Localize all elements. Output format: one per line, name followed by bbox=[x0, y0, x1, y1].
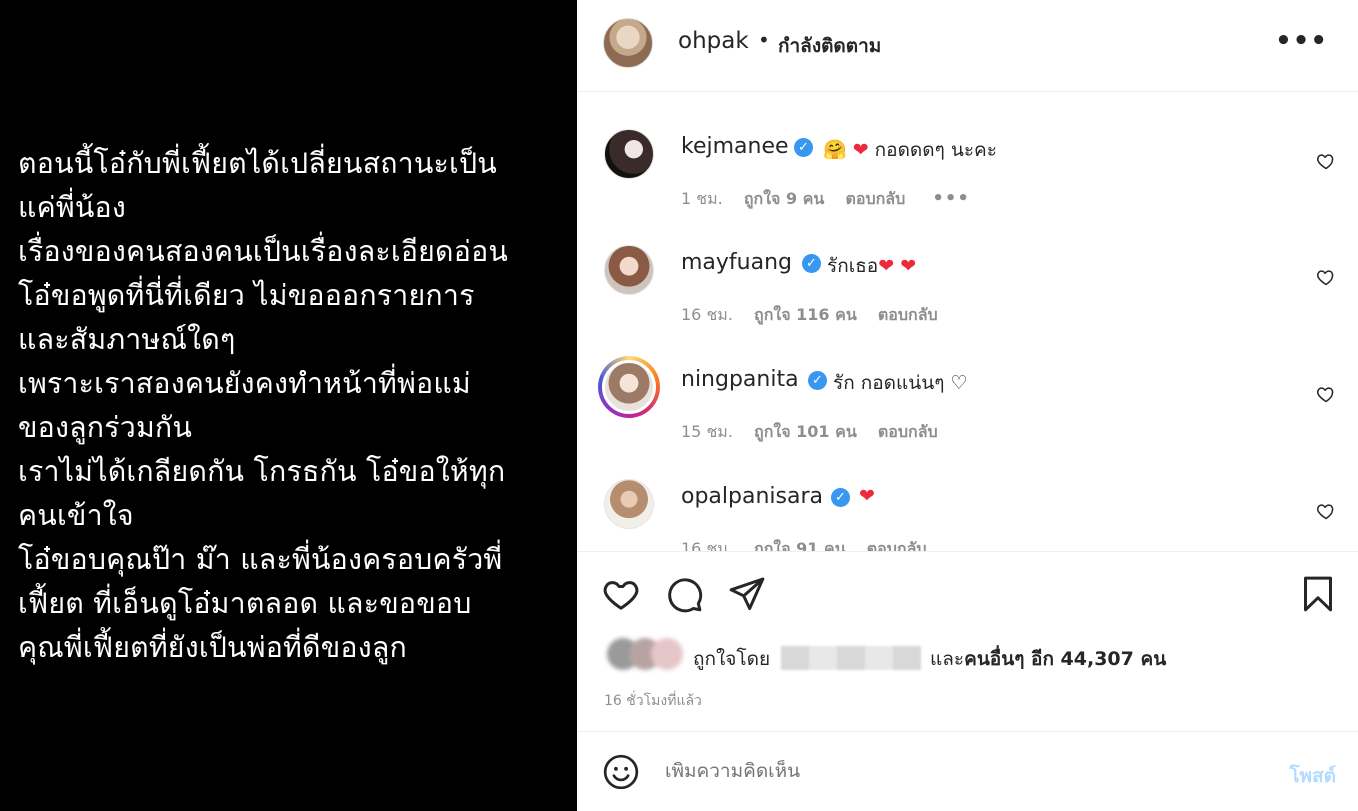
commenter-avatar[interactable] bbox=[604, 129, 654, 179]
liked-by-row: ถูกใจโดย และคนอื่นๆ อีก 44,307 คน bbox=[607, 636, 1327, 676]
comment-meta: 1 ชม. ถูกใจ 9 คน ตอบกลับ ••• bbox=[681, 187, 986, 212]
post-header: ohpak • กำลังติดตาม ••• bbox=[577, 0, 1358, 92]
comment-username[interactable]: opalpanisara bbox=[681, 484, 823, 509]
comment-likes[interactable]: ถูกใจ 101 คน bbox=[754, 422, 857, 441]
add-comment-bar: โพสต์ bbox=[577, 733, 1358, 811]
comment-time[interactable]: 15 ชม. bbox=[681, 422, 733, 441]
comment-likes[interactable]: ถูกใจ 9 คน bbox=[744, 189, 824, 208]
comment-time[interactable]: 1 ชม. bbox=[681, 189, 723, 208]
bookmark-icon[interactable] bbox=[1298, 574, 1338, 614]
comment-like-heart-icon[interactable] bbox=[1316, 267, 1336, 287]
liked-by-and: และ bbox=[930, 648, 965, 670]
commenter-avatar bbox=[602, 360, 656, 414]
comment-text: รัก กอดแน่นๆ ♡ bbox=[833, 372, 968, 394]
reply-button[interactable]: ตอบกลับ bbox=[878, 305, 938, 324]
comment-more-icon[interactable]: ••• bbox=[932, 188, 970, 209]
liker-username-redacted[interactable] bbox=[781, 646, 921, 670]
comments-list[interactable]: kejmanee ✓ 🤗 ❤ กอดดดๆ นะคะ 1 ชม. ถูกใจ 9… bbox=[577, 93, 1358, 551]
post-line: เพราะเราสองคนยังคงทำหน้าที่พ่อแม่ bbox=[18, 367, 471, 400]
send-icon[interactable] bbox=[727, 574, 767, 614]
comment-meta: 16 ชม. ถูกใจ 91 คน ตอบกลับ bbox=[681, 537, 943, 551]
post-actions: ถูกใจโดย และคนอื่นๆ อีก 44,307 คน 16 ชั่… bbox=[577, 551, 1358, 732]
post-side-panel: ohpak • กำลังติดตาม ••• kejmanee ✓ 🤗 ❤ ก… bbox=[577, 0, 1358, 811]
post-line: ตอนนี้โอ๋กับพี่เฟี้ยตได้เปลี่ยนสถานะเป็น bbox=[18, 147, 497, 180]
reply-button[interactable]: ตอบกลับ bbox=[878, 422, 938, 441]
post-line: ของลูกร่วมกัน bbox=[18, 411, 193, 444]
verified-badge-icon: ✓ bbox=[802, 254, 821, 273]
post-line: โอ๋ขอพูดที่นี่ที่เดียว ไม่ขอออกรายการ bbox=[18, 279, 475, 312]
comment-username[interactable]: mayfuang bbox=[681, 250, 792, 275]
commenter-avatar[interactable] bbox=[604, 245, 654, 295]
verified-badge-icon: ✓ bbox=[794, 138, 813, 157]
post-line: เรื่องของคนสองคนเป็นเรื่องละเอียดอ่อน bbox=[18, 235, 509, 268]
commenter-avatar-story-ring[interactable] bbox=[598, 356, 660, 418]
comment-likes[interactable]: ถูกใจ 91 คน bbox=[754, 539, 846, 551]
comment-likes[interactable]: ถูกใจ 116 คน bbox=[754, 305, 857, 324]
comment-item: mayfuang ✓ รักเธอ❤ ❤ 16 ชม. ถูกใจ 116 คน… bbox=[577, 245, 1358, 361]
comment-item: ningpanita ✓ รัก กอดแน่นๆ ♡ 15 ชม. ถูกใจ… bbox=[577, 356, 1358, 478]
comment-username[interactable]: ningpanita bbox=[681, 367, 799, 392]
emoji-icon[interactable] bbox=[602, 753, 640, 791]
comment-like-heart-icon[interactable] bbox=[1316, 384, 1336, 404]
liked-by-summary[interactable]: และคนอื่นๆ อีก 44,307 คน bbox=[930, 644, 1166, 674]
post-line: คนเข้าใจ bbox=[18, 499, 134, 532]
comment-text: รักเธอ❤ ❤ bbox=[827, 255, 917, 277]
verified-badge-icon: ✓ bbox=[808, 371, 827, 390]
author-username[interactable]: ohpak bbox=[678, 28, 749, 54]
reply-button[interactable]: ตอบกลับ bbox=[845, 189, 905, 208]
commenter-avatar[interactable] bbox=[604, 479, 654, 529]
reply-button[interactable]: ตอบกลับ bbox=[867, 539, 927, 551]
heart-icon[interactable] bbox=[601, 574, 641, 614]
post-line: และสัมภาษณ์ใดๆ bbox=[18, 323, 236, 356]
comment-icon[interactable] bbox=[664, 574, 704, 614]
add-comment-input[interactable] bbox=[665, 760, 1225, 782]
liked-by-others[interactable]: คนอื่นๆ อีก 44,307 คน bbox=[964, 648, 1166, 670]
comment-item: kejmanee ✓ 🤗 ❤ กอดดดๆ นะคะ 1 ชม. ถูกใจ 9… bbox=[577, 129, 1358, 245]
post-line: คุณพี่เฟี้ยตที่ยังเป็นพ่อที่ดีของลูก bbox=[18, 631, 407, 664]
post-line: เราไม่ได้เกลียดกัน โกรธกัน โอ๋ขอให้ทุก bbox=[18, 455, 506, 488]
comment-time[interactable]: 16 ชม. bbox=[681, 305, 733, 324]
post-image[interactable]: ตอนนี้โอ๋กับพี่เฟี้ยตได้เปลี่ยนสถานะเป็น… bbox=[0, 0, 577, 811]
liker-avatar[interactable] bbox=[651, 638, 683, 670]
header-separator: • bbox=[758, 28, 770, 52]
comment-meta: 16 ชม. ถูกใจ 116 คน ตอบกลับ bbox=[681, 303, 954, 328]
comment-like-heart-icon[interactable] bbox=[1316, 151, 1336, 171]
comment-text: ❤ bbox=[859, 485, 875, 507]
follow-status-button[interactable]: กำลังติดตาม bbox=[778, 31, 881, 61]
comment-username[interactable]: kejmanee bbox=[681, 134, 789, 159]
post-line: โอ๋ขอบคุณป๊า ม๊า และพี่น้องครอบครัวพี่ bbox=[18, 543, 503, 576]
post-line: แค่พี่น้อง bbox=[18, 191, 126, 224]
comment-text: 🤗 ❤ กอดดดๆ นะคะ bbox=[823, 139, 997, 161]
comment-like-heart-icon[interactable] bbox=[1316, 501, 1336, 521]
more-options-icon[interactable]: ••• bbox=[1275, 26, 1328, 56]
post-line: เฟี้ยต ที่เอ็นดูโอ๋มาตลอด และขอขอบ bbox=[18, 587, 472, 620]
author-avatar[interactable] bbox=[603, 18, 653, 68]
post-timestamp[interactable]: 16 ชั่วโมงที่แล้ว bbox=[604, 690, 702, 712]
comment-item: opalpanisara ✓ ❤ 16 ชม. ถูกใจ 91 คน ตอบก… bbox=[577, 479, 1358, 551]
post-comment-button[interactable]: โพสต์ bbox=[1289, 761, 1336, 791]
post-image-text: ตอนนี้โอ๋กับพี่เฟี้ยตได้เปลี่ยนสถานะเป็น… bbox=[18, 142, 570, 670]
comment-time[interactable]: 16 ชม. bbox=[681, 539, 733, 551]
comment-meta: 15 ชม. ถูกใจ 101 คน ตอบกลับ bbox=[681, 420, 954, 445]
liked-by-prefix: ถูกใจโดย bbox=[693, 648, 771, 670]
verified-badge-icon: ✓ bbox=[831, 488, 850, 507]
